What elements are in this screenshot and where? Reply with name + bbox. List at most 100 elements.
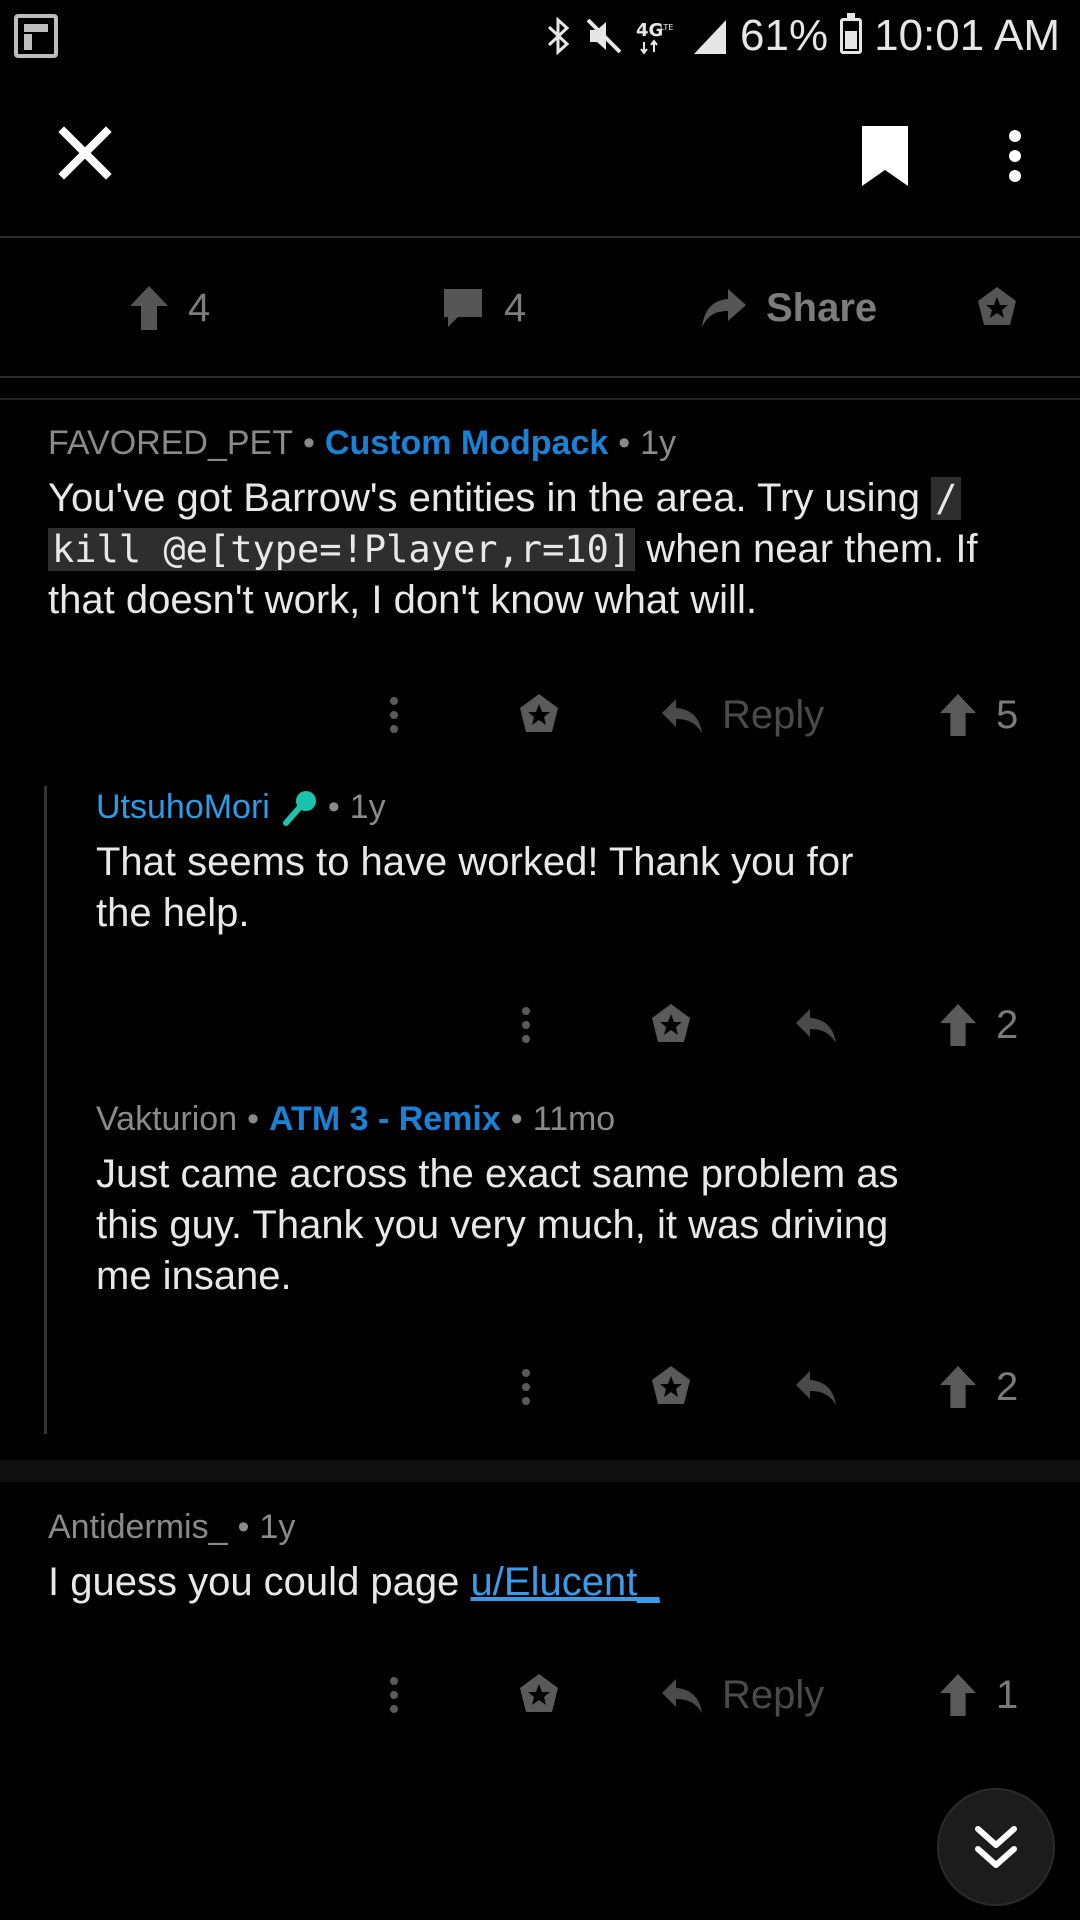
comment-age: 1y [259,1508,296,1546]
upvote-button[interactable]: 4 [128,238,210,378]
upvote-arrow-icon [939,694,977,736]
comment-count: 4 [504,285,527,330]
status-bar: 4G LTE 61% 10:01 AM [0,0,1080,72]
comment-score: 2 [996,1364,1019,1409]
clock: 10:01 AM [874,11,1060,60]
reply-label: Reply [722,692,825,737]
comment-meta: Antidermis_ • 1y [48,1508,296,1547]
comment-actions: 2 [0,990,1080,1060]
award-button[interactable] [974,238,1020,378]
bookmark-icon [862,126,908,186]
comment-reply-button[interactable]: Reply [660,1660,824,1730]
comment-author[interactable]: Vakturion [96,1100,237,1139]
upvote-arrow-icon [130,286,168,330]
comment-reply-button[interactable] [794,1352,838,1422]
comment-award-button[interactable] [516,680,562,750]
comment-upvote-button[interactable]: 5 [938,680,1018,750]
close-button[interactable] [54,122,116,184]
comment-award-button[interactable] [648,990,694,1060]
comments-button[interactable]: 4 [440,238,526,378]
comment-author[interactable]: FAVORED_PET [48,424,293,463]
comment-actions: Reply 5 [0,680,1080,750]
svg-text:LTE: LTE [660,23,673,32]
comment-meta: FAVORED_PET • Custom Modpack • 1y [48,424,677,463]
comment-age: 1y [640,424,677,462]
comment-upvote-button[interactable]: 2 [938,990,1018,1060]
microphone-icon [282,790,316,826]
award-icon [520,694,558,732]
award-icon [520,1674,558,1712]
comment-score: 5 [996,692,1019,737]
comment-upvote-button[interactable]: 2 [938,1352,1018,1422]
reply-arrow-icon [662,1679,702,1713]
comment-score: 2 [996,1002,1019,1047]
battery-percent: 61% [740,11,829,60]
top-toolbar [0,72,1080,238]
comment-author[interactable]: Antidermis_ [48,1508,228,1547]
comment-actions: Reply 1 [0,1660,1080,1730]
comment-age: 1y [349,788,386,826]
comment: Antidermis_ • 1y I guess you could page … [0,1508,1080,1608]
comment-award-button[interactable] [648,1352,694,1422]
reply-arrow-icon [796,1009,836,1043]
comment-reply: Vakturion • ATM 3 - Remix • 11mo Just ca… [0,1100,1080,1302]
status-icons: 4G LTE 61% 10:01 AM [546,10,1060,62]
comment: FAVORED_PET • Custom Modpack • 1y You've… [0,424,1080,626]
award-icon [652,1366,690,1404]
scroll-next-button[interactable] [937,1788,1055,1906]
more-vertical-icon [522,1369,530,1405]
more-vertical-icon [522,1007,530,1043]
bluetooth-icon [546,16,572,56]
comment-reply-button[interactable] [794,990,838,1060]
comment-more-button[interactable] [380,1660,408,1730]
more-vertical-icon [390,1677,398,1713]
post-action-bar: 4 4 Share [0,238,1080,378]
double-chevron-down-icon [975,1826,1017,1868]
comment-reply: UtsuhoMori • 1y That seems to have worke… [0,788,1080,939]
upvote-count: 4 [188,285,211,330]
more-vertical-icon [1009,130,1021,182]
upvote-arrow-icon [939,1674,977,1716]
comment-upvote-button[interactable]: 1 [938,1660,1018,1730]
award-icon [978,287,1016,325]
comment-more-button[interactable] [512,1352,540,1422]
inline-code: / [931,477,962,520]
battery-icon [840,13,863,54]
user-flair: ATM 3 - Remix [269,1100,501,1138]
mute-icon [584,16,624,56]
comment-reply-button[interactable]: Reply [660,680,824,750]
more-vertical-icon [390,697,398,733]
award-icon [652,1004,690,1042]
comment-body: I guess you could page u/Elucent_ [48,1560,660,1604]
share-label: Share [766,285,878,330]
bookmark-button[interactable] [858,124,912,188]
share-button[interactable]: Share [700,238,877,378]
comment-body: You've got Barrow's entities in the area… [48,476,978,622]
comment-actions: 2 [0,1352,1080,1422]
inline-code: kill @e[type=!Player,r=10] [48,528,636,571]
upvote-arrow-icon [939,1004,977,1046]
divider [0,1460,1080,1482]
user-flair: Custom Modpack [324,424,609,462]
comment-meta: Vakturion • ATM 3 - Remix • 11mo [96,1100,616,1139]
reply-label: Reply [722,1672,825,1717]
comment-more-button[interactable] [380,680,408,750]
comment-meta: UtsuhoMori • 1y [96,788,386,827]
comment-author[interactable]: UtsuhoMori [96,788,270,827]
comment-award-button[interactable] [516,1660,562,1730]
share-arrow-icon [702,289,746,327]
signal-icon [692,16,728,56]
upvote-arrow-icon [939,1366,977,1408]
more-options-button[interactable] [990,128,1040,184]
comment-bubble-icon [444,289,482,327]
close-icon [58,126,112,180]
comment-more-button[interactable] [512,990,540,1060]
divider [0,398,1080,400]
reply-arrow-icon [662,699,702,733]
user-mention-link[interactable]: u/Elucent_ [471,1560,660,1604]
comment-age: 11mo [532,1100,616,1138]
comment-body: That seems to have worked! Thank you for… [96,840,854,935]
reply-arrow-icon [796,1371,836,1405]
comment-score: 1 [996,1672,1019,1717]
network-type-icon: 4G LTE [636,16,680,56]
